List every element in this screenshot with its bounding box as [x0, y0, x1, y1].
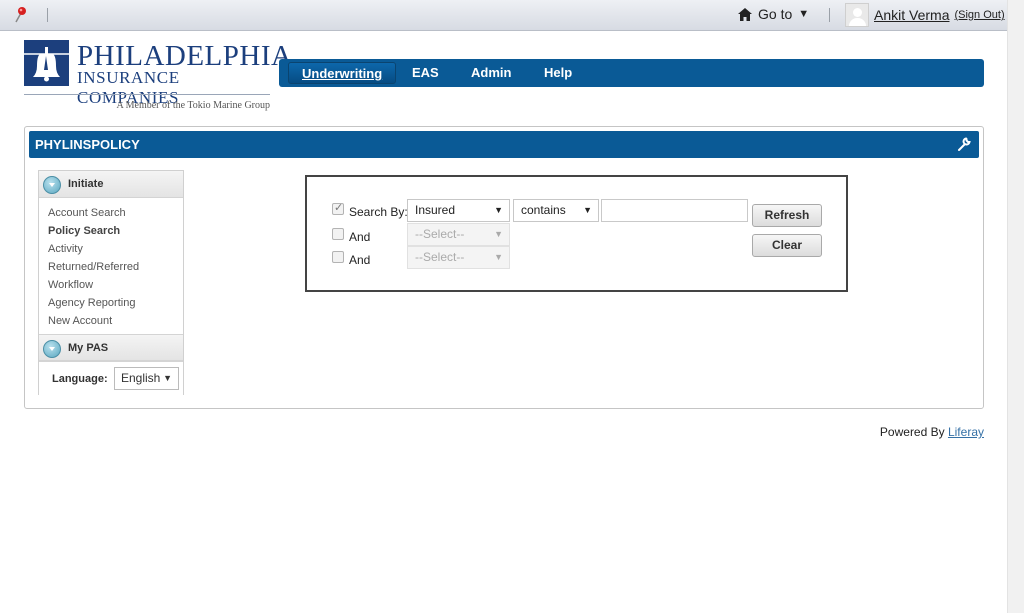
- sidebar-item-policy-search[interactable]: Policy Search: [39, 222, 183, 240]
- chevron-down-icon: ▼: [494, 205, 503, 215]
- company-logo[interactable]: PHILADELPHIA INSURANCE COMPANIES A Membe…: [24, 38, 292, 114]
- user-name-link[interactable]: Ankit Verma: [874, 7, 949, 23]
- vertical-scrollbar[interactable]: [1007, 0, 1024, 613]
- sidebar-item-new-account[interactable]: New Account: [39, 312, 183, 330]
- pushpin-icon[interactable]: [12, 6, 28, 24]
- divider: [829, 8, 830, 22]
- initiate-label: Initiate: [68, 178, 104, 190]
- select-placeholder: --Select--: [415, 250, 465, 264]
- and-checkbox-1[interactable]: [332, 228, 344, 240]
- search-query-input[interactable]: [601, 199, 748, 222]
- avatar: [845, 3, 869, 27]
- chevron-down-icon: ▼: [798, 8, 810, 20]
- language-select[interactable]: English ▼: [114, 367, 179, 390]
- divider: [47, 8, 48, 22]
- and-checkbox-2[interactable]: [332, 251, 344, 263]
- main-navigation: Underwriting EAS Admin Help: [279, 59, 984, 87]
- chevron-down-icon: ▼: [163, 373, 172, 383]
- powered-by-label: Powered By: [879, 425, 945, 439]
- sidebar-item-account-search[interactable]: Account Search: [39, 204, 183, 222]
- goto-menu[interactable]: Go to ▼: [738, 6, 809, 22]
- goto-label: Go to: [758, 6, 793, 22]
- nav-tab-admin[interactable]: Admin: [471, 59, 511, 87]
- collapse-toggle-icon[interactable]: [43, 176, 61, 194]
- policy-portlet: PHYLINSPOLICY Initiate Account Search Po…: [24, 126, 984, 409]
- collapse-toggle-icon[interactable]: [43, 340, 61, 358]
- user-menu: Ankit Verma (Sign Out): [845, 3, 1005, 27]
- and-field-select-1[interactable]: --Select-- ▼: [407, 223, 510, 246]
- initiate-links: Account Search Policy Search Activity Re…: [39, 198, 183, 334]
- search-by-label: Search By:: [349, 205, 408, 219]
- logo-tagline: A Member of the Tokio Marine Group: [116, 100, 270, 111]
- and-field-select-2[interactable]: --Select-- ▼: [407, 246, 510, 269]
- liberty-bell-icon: [24, 40, 69, 86]
- search-criteria-panel: Search By: Insured ▼ contains ▼ Refresh …: [305, 175, 848, 292]
- language-label: Language:: [52, 373, 108, 385]
- sidebar-item-agency-reporting[interactable]: Agency Reporting: [39, 294, 183, 312]
- search-field-select[interactable]: Insured ▼: [407, 199, 510, 222]
- operator-value: contains: [521, 203, 566, 217]
- language-row: Language: English ▼: [39, 361, 183, 396]
- liferay-link[interactable]: Liferay: [948, 425, 984, 439]
- nav-tab-underwriting[interactable]: Underwriting: [288, 62, 397, 84]
- mypas-label: My PAS: [68, 342, 109, 354]
- sidebar-item-returned-referred[interactable]: Returned/Referred: [39, 258, 183, 276]
- and-label-1: And: [349, 230, 371, 244]
- nav-tab-eas[interactable]: EAS: [412, 59, 439, 87]
- initiate-section-header[interactable]: Initiate: [39, 171, 183, 198]
- portlet-title-bar: PHYLINSPOLICY: [29, 131, 979, 158]
- home-icon: [738, 7, 752, 21]
- sign-out-link[interactable]: (Sign Out): [954, 9, 1004, 21]
- refresh-button[interactable]: Refresh: [752, 204, 822, 227]
- nav-tab-help[interactable]: Help: [544, 59, 572, 87]
- dock-bar: Go to ▼ Ankit Verma (Sign Out): [0, 0, 1007, 31]
- chevron-down-icon: ▼: [494, 229, 503, 239]
- sidebar-item-activity[interactable]: Activity: [39, 240, 183, 258]
- sidebar-item-workflow[interactable]: Workflow: [39, 276, 183, 294]
- wrench-icon[interactable]: [957, 137, 971, 151]
- chevron-down-icon: ▼: [583, 205, 592, 215]
- logo-divider: [24, 94, 270, 95]
- portlet-title: PHYLINSPOLICY: [35, 137, 140, 152]
- and-label-2: And: [349, 253, 371, 267]
- operator-select[interactable]: contains ▼: [513, 199, 599, 222]
- language-value: English: [121, 371, 161, 385]
- search-field-value: Insured: [415, 203, 456, 217]
- side-menu: Initiate Account Search Policy Search Ac…: [38, 170, 184, 396]
- select-placeholder: --Select--: [415, 227, 465, 241]
- powered-by: Powered By Liferay: [880, 425, 984, 439]
- chevron-down-icon: ▼: [494, 252, 503, 262]
- clear-button[interactable]: Clear: [752, 234, 822, 257]
- search-by-checkbox[interactable]: [332, 201, 344, 215]
- mypas-section-header[interactable]: My PAS: [39, 334, 183, 361]
